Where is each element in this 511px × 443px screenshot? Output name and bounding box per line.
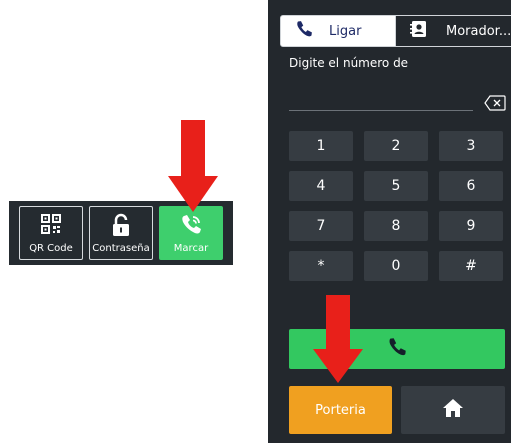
key-1[interactable]: 1	[289, 131, 353, 161]
phone-icon	[387, 337, 407, 361]
lock-icon	[111, 213, 131, 241]
number-input[interactable]	[289, 94, 473, 111]
password-button[interactable]: Contraseña	[89, 206, 153, 260]
key-6[interactable]: 6	[439, 171, 503, 201]
home-button[interactable]	[401, 386, 505, 434]
contact-card-icon	[410, 20, 428, 42]
intercom-panel: Ligar Morador... Digite el número de 1 2…	[268, 0, 511, 443]
key-3[interactable]: 3	[439, 131, 503, 161]
qr-code-label: QR Code	[29, 243, 73, 254]
key-8[interactable]: 8	[364, 211, 428, 241]
key-7[interactable]: 7	[289, 211, 353, 241]
tab-morador[interactable]: Morador...	[396, 15, 511, 47]
porteria-button[interactable]: Porteria	[289, 386, 392, 434]
phone-icon	[295, 20, 313, 42]
tab-morador-label: Morador...	[446, 23, 511, 39]
key-4[interactable]: 4	[289, 171, 353, 201]
tab-ligar[interactable]: Ligar	[280, 15, 396, 47]
key-2[interactable]: 2	[364, 131, 428, 161]
number-prompt: Digite el número de	[289, 56, 409, 70]
key-5[interactable]: 5	[364, 171, 428, 201]
backspace-icon[interactable]	[484, 95, 506, 115]
dial-label: Marcar	[173, 243, 209, 254]
arrow-down-icon	[168, 120, 218, 212]
tab-bar: Ligar Morador...	[280, 15, 511, 47]
phone-ringing-icon	[179, 213, 203, 241]
password-label: Contraseña	[92, 243, 150, 254]
dial-button[interactable]: Marcar	[159, 206, 223, 260]
key-0[interactable]: 0	[364, 251, 428, 281]
mini-toolbar: QR Code Contraseña Marcar	[9, 201, 233, 265]
key-star[interactable]: *	[289, 251, 353, 281]
home-icon	[442, 398, 464, 422]
key-9[interactable]: 9	[439, 211, 503, 241]
call-button[interactable]	[289, 329, 505, 369]
qr-code-button[interactable]: QR Code	[19, 206, 83, 260]
key-hash[interactable]: #	[439, 251, 503, 281]
qr-code-icon	[40, 213, 62, 239]
tab-ligar-label: Ligar	[329, 23, 362, 39]
